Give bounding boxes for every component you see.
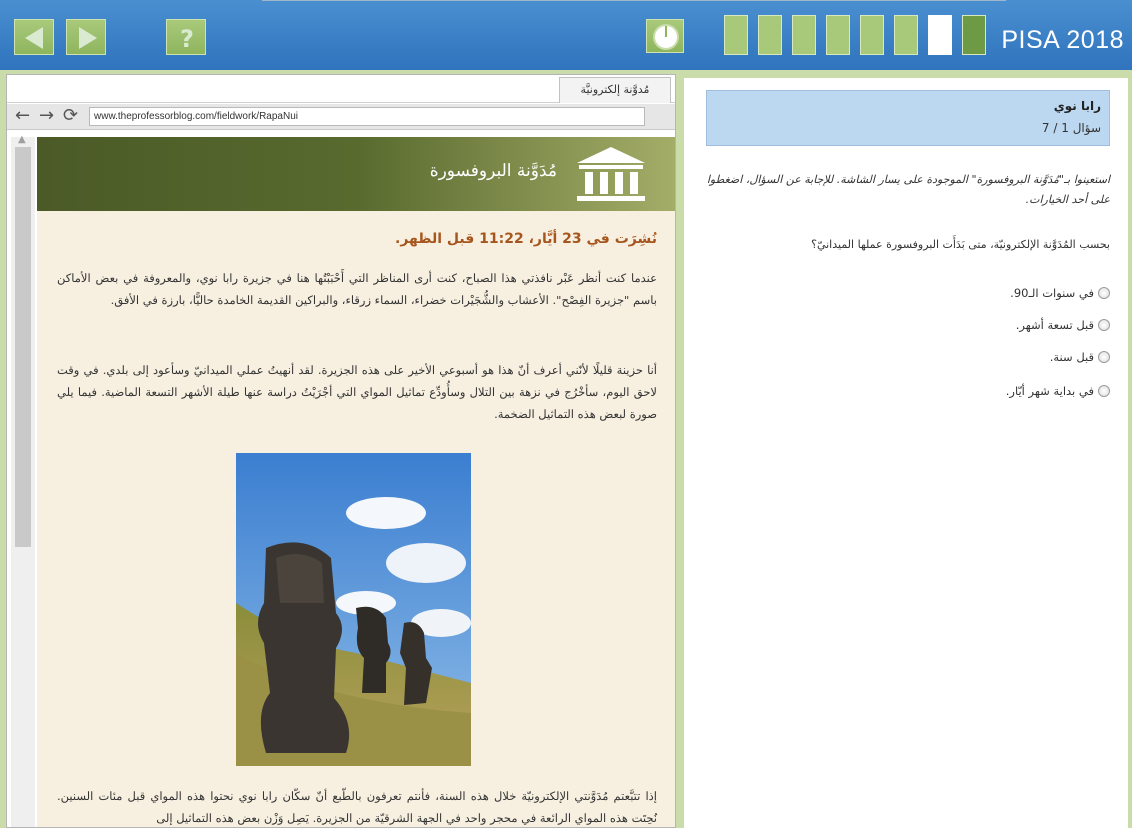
answer-option-label: في سنوات الـ90. — [1010, 286, 1094, 300]
moai-photo — [236, 453, 471, 766]
timer-button[interactable] — [646, 19, 684, 53]
back-arrow-icon — [25, 27, 43, 49]
browser-back-icon[interactable]: ← — [15, 107, 30, 125]
radio-button[interactable] — [1098, 287, 1110, 299]
progress-step-8[interactable] — [962, 15, 986, 55]
progress-step-4[interactable] — [826, 15, 850, 55]
blog-paragraph-2: أنا حزينة قليلًا لأنّني أعرف أنّ هذا هو … — [57, 363, 657, 421]
post-date: نُشِرَت في 23 أيَّار، 11:22 قبل الظهر. — [395, 231, 657, 247]
answer-option-4[interactable]: في بداية شهر أيّار. — [1006, 384, 1110, 398]
blog-page: مُدَوَّنة البروفسورة نُشِرَت في 23 أيَّا… — [37, 137, 675, 827]
answer-option-3[interactable]: قبل سنة. — [1050, 350, 1110, 364]
question-header: رابا نوي سؤال 1 / 7 — [706, 90, 1110, 146]
blog-banner: مُدَوَّنة البروفسورة — [37, 137, 675, 211]
scrollbar[interactable]: ▲ — [11, 134, 35, 827]
answer-option-1[interactable]: في سنوات الـ90. — [1010, 286, 1110, 300]
answer-option-label: في بداية شهر أيّار. — [1005, 384, 1094, 398]
help-icon: ? — [180, 25, 194, 53]
building-pillars-icon — [577, 147, 645, 201]
radio-button[interactable] — [1098, 385, 1110, 397]
clock-icon — [653, 24, 679, 50]
progress-step-6[interactable] — [894, 15, 918, 55]
browser-forward-icon[interactable]: → — [39, 107, 54, 125]
blog-paragraph-1: عندما كنت أنظر عَبْر نافذتي هذا الصباح، … — [57, 271, 657, 307]
back-button[interactable] — [14, 19, 54, 55]
tab-blog[interactable]: مُدوَّنة إلكترونيَّة — [559, 77, 671, 103]
reload-icon[interactable]: ⟳ — [63, 107, 78, 125]
scroll-up-icon[interactable]: ▲ — [18, 134, 26, 145]
url-field: www.theprofessorblog.com/fieldwork/RapaN… — [89, 107, 645, 126]
unit-title: رابا نوي — [1053, 99, 1101, 113]
blog-title: مُدَوَّنة البروفسورة — [429, 161, 557, 181]
question-panel: رابا نوي سؤال 1 / 7 استعينوا بـ"مُدَوَّن… — [684, 78, 1128, 828]
progress-step-2[interactable] — [758, 15, 782, 55]
progress-step-3[interactable] — [792, 15, 816, 55]
question-prompt: بحسب المُدَوَّنة الإلكترونيّة، متى بَدَأ… — [811, 238, 1110, 251]
question-counter: سؤال 1 / 7 — [1041, 121, 1101, 135]
progress-step-7[interactable] — [928, 15, 952, 55]
answer-option-2[interactable]: قبل تسعة أشهر. — [1016, 318, 1110, 332]
tab-strip: مُدوَّنة إلكترونيَّة — [7, 75, 675, 103]
scrollbar-thumb[interactable] — [15, 147, 31, 547]
radio-button[interactable] — [1098, 319, 1110, 331]
progress-step-5[interactable] — [860, 15, 884, 55]
top-divider — [262, 0, 1006, 1]
help-button[interactable]: ? — [166, 19, 206, 55]
stimulus-browser: مُدوَّنة إلكترونيَّة ← → ⟳ www.theprofes… — [6, 74, 676, 828]
answer-option-label: قبل تسعة أشهر. — [1015, 318, 1094, 332]
brand-title: PISA 2018 — [1001, 26, 1124, 54]
instructions: استعينوا بـ"مُدَوَّنة البروفسورة" الموجو… — [706, 173, 1110, 206]
forward-button[interactable] — [66, 19, 106, 55]
forward-arrow-icon — [79, 27, 97, 49]
radio-button[interactable] — [1098, 351, 1110, 363]
answer-option-label: قبل سنة. — [1049, 350, 1094, 364]
address-bar: ← → ⟳ www.theprofessorblog.com/fieldwork… — [7, 104, 675, 130]
top-toolbar: ? PISA 2018 — [0, 0, 1132, 70]
svg-text:?: ? — [180, 25, 194, 53]
blog-paragraph-3: إذا تتبَّعتم مُدَوَّنتي الإلكترونيّة خلا… — [57, 789, 657, 825]
progress-step-1[interactable] — [724, 15, 748, 55]
